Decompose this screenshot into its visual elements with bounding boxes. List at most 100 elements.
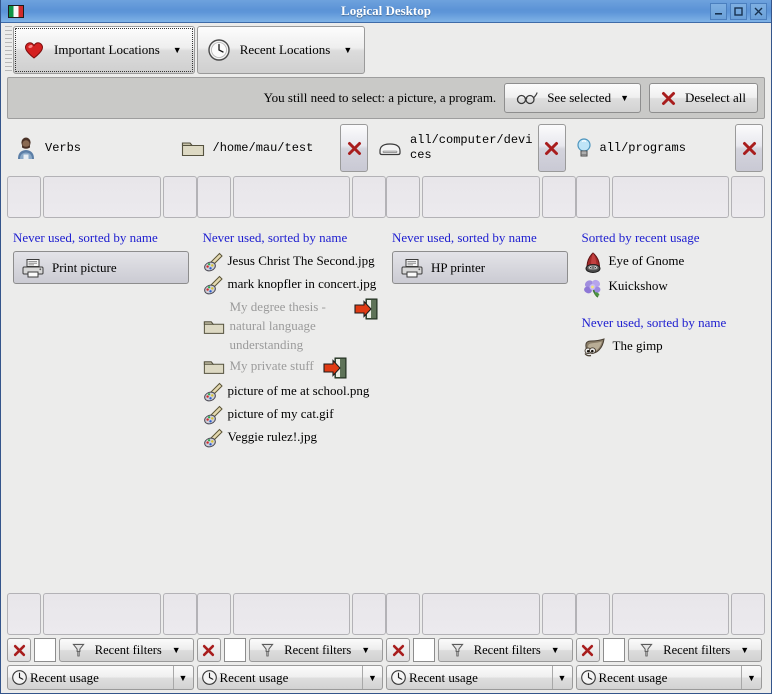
minimize-button[interactable] xyxy=(710,2,727,20)
column-heading: Never used, sorted by name xyxy=(392,230,537,245)
drop-slot[interactable] xyxy=(196,176,231,218)
drive-icon xyxy=(378,139,402,157)
chevron-down-icon[interactable]: ▼ xyxy=(551,666,572,689)
drop-slot[interactable] xyxy=(575,593,610,635)
chevron-down-icon[interactable]: ▼ xyxy=(741,666,761,689)
clock-icon xyxy=(11,669,28,686)
location-all-programs[interactable]: all/programs xyxy=(568,123,734,173)
list-item[interactable]: Jesus Christ The Second.jpg xyxy=(203,251,379,272)
gnome-hat-icon xyxy=(582,252,604,274)
location-home-mau-test[interactable]: /home/mau/test xyxy=(173,123,339,173)
list-item[interactable]: Eye of Gnome xyxy=(582,251,758,274)
list-item[interactable]: My degree thesis - natural language unde… xyxy=(203,297,379,354)
recent-filters-dropdown[interactable]: Recent filters ▼ xyxy=(248,638,383,662)
title-bar: Logical Desktop xyxy=(1,0,771,23)
filter-input[interactable] xyxy=(413,638,435,662)
drop-slot[interactable] xyxy=(611,593,729,635)
drop-slot[interactable] xyxy=(43,176,161,218)
toolbar-grip[interactable] xyxy=(5,26,12,74)
recent-filters-dropdown[interactable]: Recent filters ▼ xyxy=(59,638,194,662)
deselect-all-label: Deselect all xyxy=(685,90,746,105)
tab-recent-locations[interactable]: Recent Locations ▼ xyxy=(196,26,366,74)
list-item[interactable]: picture of me at school.png xyxy=(203,381,379,402)
drop-slot[interactable] xyxy=(7,176,41,218)
recent-filters-label: Recent filters xyxy=(284,642,352,657)
recent-usage-select[interactable]: Recent usage ▼ xyxy=(575,665,762,690)
filter-input[interactable] xyxy=(602,638,625,662)
filter-input[interactable] xyxy=(34,638,56,662)
recent-usage-select[interactable]: Recent usage ▼ xyxy=(386,665,573,690)
drop-slot[interactable] xyxy=(422,176,540,218)
list-item[interactable]: mark knopfler in concert.jpg xyxy=(203,274,379,295)
list-item[interactable]: Kuickshow xyxy=(582,276,758,299)
tab-important-locations[interactable]: Important Locations ▼ xyxy=(13,26,195,74)
window-controls xyxy=(710,2,767,20)
recent-usage-select[interactable]: Recent usage ▼ xyxy=(7,665,194,690)
drop-slot[interactable] xyxy=(731,176,765,218)
drop-slot[interactable] xyxy=(575,176,610,218)
clear-filter-button[interactable] xyxy=(386,638,410,662)
glasses-icon xyxy=(516,91,538,105)
slot-group xyxy=(575,176,765,218)
list-item[interactable]: HP printer xyxy=(392,251,568,284)
location-all-computer-devices[interactable]: all/computer/devices xyxy=(370,123,536,173)
clear-filter-button[interactable] xyxy=(196,638,221,662)
maximize-button[interactable] xyxy=(730,2,747,20)
list-item[interactable]: My private stuff xyxy=(203,356,379,379)
location-home-mau-test-label: /home/mau/test xyxy=(212,140,314,155)
column-programs: Sorted by recent usage Eye of Gnome Kuic… xyxy=(576,228,766,558)
drop-slot[interactable] xyxy=(162,176,197,218)
recent-filters-label: Recent filters xyxy=(94,642,162,657)
italian-flag-icon xyxy=(8,4,24,18)
list-item[interactable]: Print picture xyxy=(13,251,189,284)
window-title: Logical Desktop xyxy=(341,3,431,18)
recent-filters-dropdown[interactable]: Recent filters ▼ xyxy=(438,638,573,662)
close-button[interactable] xyxy=(750,2,767,20)
column-heading: Never used, sorted by name xyxy=(581,315,727,330)
list-item[interactable]: picture of my cat.gif xyxy=(203,404,379,425)
list-item[interactable]: The gimp xyxy=(582,336,758,357)
drop-slot[interactable] xyxy=(386,176,420,218)
drop-slot[interactable] xyxy=(731,593,765,635)
list-item-label: mark knopfler in concert.jpg xyxy=(227,276,377,291)
red-x-icon xyxy=(661,91,676,106)
recent-filters-dropdown[interactable]: Recent filters ▼ xyxy=(627,638,762,662)
drop-slot[interactable] xyxy=(611,176,729,218)
chevron-down-icon[interactable]: ▼ xyxy=(172,666,193,689)
drop-slot[interactable] xyxy=(43,593,161,635)
drop-slot[interactable] xyxy=(541,176,576,218)
clear-filter-button[interactable] xyxy=(7,638,31,662)
filter-group: Recent filters ▼ xyxy=(575,638,766,662)
tab-recent-locations-label: Recent Locations xyxy=(239,42,331,57)
see-selected-button[interactable]: See selected ▼ xyxy=(504,83,641,113)
drop-slot[interactable] xyxy=(422,593,540,635)
list-item-label: Jesus Christ The Second.jpg xyxy=(227,253,375,268)
location-close-button[interactable] xyxy=(537,124,566,172)
drop-slot[interactable] xyxy=(7,593,41,635)
location-verbs[interactable]: Verbs xyxy=(7,123,173,173)
drop-slot[interactable] xyxy=(196,593,231,635)
deselect-all-button[interactable]: Deselect all xyxy=(649,83,758,113)
recent-usage-select[interactable]: Recent usage ▼ xyxy=(196,665,383,690)
open-arrow-icon[interactable] xyxy=(323,357,347,379)
drop-slot[interactable] xyxy=(232,593,350,635)
drop-slot[interactable] xyxy=(541,593,576,635)
filter-input[interactable] xyxy=(223,638,246,662)
drop-slot[interactable] xyxy=(162,593,197,635)
location-close-button[interactable] xyxy=(735,124,763,172)
chevron-down-icon[interactable]: ▼ xyxy=(362,666,382,689)
application-window: Logical Desktop Important Locations ▼ Re… xyxy=(0,0,772,694)
open-arrow-icon[interactable] xyxy=(354,298,378,320)
location-close-button[interactable] xyxy=(340,124,368,172)
list-item-label: Print picture xyxy=(52,260,117,275)
drop-slot[interactable] xyxy=(386,593,420,635)
list-item[interactable]: Veggie rulez!.jpg xyxy=(203,427,379,448)
drop-slot[interactable] xyxy=(232,176,350,218)
clear-filter-button[interactable] xyxy=(575,638,600,662)
drop-slot[interactable] xyxy=(352,176,386,218)
folder-icon xyxy=(203,317,225,336)
lightbulb-icon xyxy=(576,136,592,160)
sort-group: Recent usage ▼ xyxy=(386,665,576,690)
heart-icon xyxy=(23,40,45,60)
drop-slot[interactable] xyxy=(352,593,386,635)
